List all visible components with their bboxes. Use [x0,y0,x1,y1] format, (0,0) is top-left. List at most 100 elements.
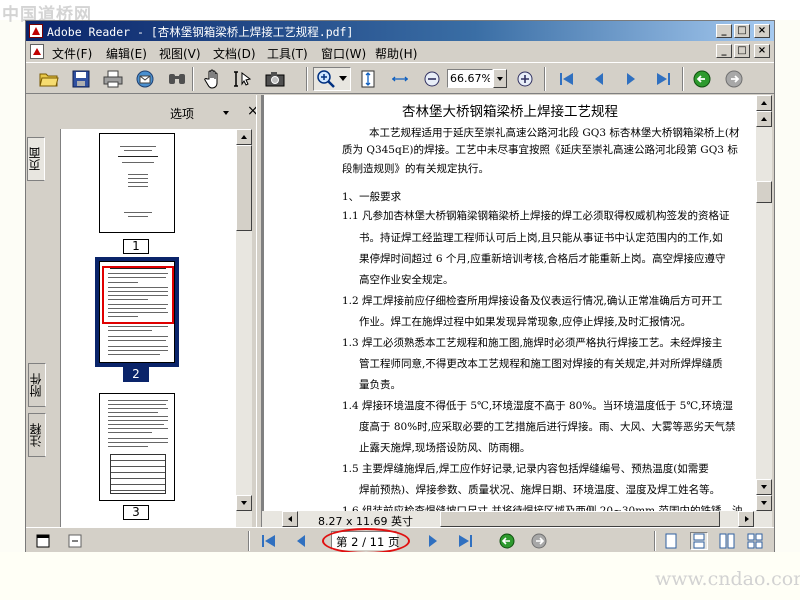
nav-scroll-down-icon[interactable] [236,495,252,511]
next-page-icon[interactable] [620,68,642,90]
tab-attachments[interactable]: 附件 [28,363,46,407]
document-line: 作业。焊工在施焊过程中如果发现异常现象,应停止焊接,及时汇报情况。 [359,316,692,328]
fit-width-icon[interactable] [389,68,411,90]
menu-view[interactable]: 视图(V) [159,45,201,62]
menu-edit[interactable]: 编辑(E) [106,45,147,62]
thumbnail-label-3[interactable]: 3 [123,505,149,520]
continuous-icon[interactable] [690,532,708,550]
status-first-page-icon[interactable] [260,532,278,550]
zoom-input[interactable] [447,69,493,88]
hide-pane-icon[interactable] [66,532,84,550]
document-line: 1.2 焊工焊接前应仔细检查所用焊接设备及仪表运行情况,确认正常准确后方可开工 [342,295,723,307]
document-line: 量负责。 [359,379,401,391]
toolbar-separator [682,67,684,91]
nav-scrollbar[interactable] [236,129,252,527]
document-scrollbar[interactable] [756,95,772,511]
thumbnail-list: 1 2 3 [60,129,236,529]
zoom-dropdown[interactable] [493,69,507,88]
status-separator [654,531,656,551]
print-icon[interactable] [102,68,124,90]
status-next-page-icon[interactable] [424,532,442,550]
menu-bar: 文件(F) 编辑(E) 视图(V) 文档(D) 工具(T) 窗口(W) 帮助(H… [26,41,774,62]
continuous-facing-icon[interactable] [746,532,764,550]
search-icon[interactable] [166,68,188,90]
zoom-tool-dropdown-icon[interactable] [337,68,349,90]
menu-file[interactable]: 文件(F) [52,45,92,62]
nav-scroll-thumb[interactable] [236,145,252,231]
visible-area-indicator[interactable] [102,266,174,324]
status-bar: 第 2 / 11 页 [26,527,774,554]
doc-scroll-down-2-icon[interactable] [756,495,772,511]
navigation-pane: 页面 附件 注释 选项 × 1 2 3 [26,95,259,529]
last-page-icon[interactable] [652,68,674,90]
zoom-in-icon[interactable] [514,68,536,90]
email-icon[interactable] [134,68,156,90]
nav-pane-header: 选项 × [48,95,259,129]
first-page-icon[interactable] [556,68,578,90]
highlight-circle [322,528,410,554]
status-prev-page-icon[interactable] [292,532,310,550]
doc-close-button[interactable]: × [754,44,770,58]
document-line: 1.4 焊接环境温度不得低于 5℃,环境湿度不高于 80%。当环境温度低于 5℃… [342,400,733,412]
toolbar [26,62,774,94]
tab-comments[interactable]: 注释 [28,413,46,457]
thumbnail-page-1[interactable] [99,133,175,233]
go-forward-icon[interactable] [723,68,745,90]
hscroll-left-icon[interactable] [282,511,298,527]
menu-help[interactable]: 帮助(H) [375,45,417,62]
prev-page-icon[interactable] [588,68,610,90]
status-separator [248,531,250,551]
save-icon[interactable] [70,68,92,90]
options-menu[interactable]: 选项 [170,105,194,122]
horizontal-scrollbar[interactable]: 8.27 x 11.69 英寸 [262,511,772,528]
doc-scroll-up-icon[interactable] [756,95,772,111]
document-line: 1.5 主要焊缝施焊后,焊工应作好记录,记录内容包括焊缝编号、预热温度(如需要 [342,463,709,475]
menu-tools[interactable]: 工具(T) [267,45,308,62]
status-last-page-icon[interactable] [456,532,474,550]
options-dropdown-icon[interactable] [223,111,229,115]
thumbnail-label-2[interactable]: 2 [123,367,149,382]
document-line: 焊前预热)、焊接参数、质量状况、施焊日期、环境温度、湿度及焊工姓名等。 [359,484,721,496]
minimize-button[interactable]: _ [716,24,732,38]
single-page-icon[interactable] [662,532,680,550]
thumbnail-page-2[interactable] [99,261,175,363]
tab-pages[interactable]: 页面 [27,137,45,181]
document-menu-icon[interactable] [30,44,44,59]
nav-scroll-up-icon[interactable] [236,129,252,145]
doc-scroll-thumb[interactable] [756,181,772,203]
thumbnail-page-3[interactable] [99,393,175,501]
zoom-in-tool-icon[interactable] [315,68,337,90]
document-line: 度高于 80%时,应采取必要的工艺措施后进行焊接。雨、大风、大雾等恶劣天气禁 [359,421,736,433]
thumbnail-label-1[interactable]: 1 [123,239,149,254]
menu-window[interactable]: 窗口(W) [321,45,366,62]
open-icon[interactable] [38,68,60,90]
document-viewer: 杏林堡大桥钢箱梁桥上焊接工艺规程 本工艺规程适用于延庆至崇礼高速公路河北段 GQ… [262,95,772,511]
status-go-back-icon[interactable] [498,532,516,550]
hscroll-right-icon[interactable] [738,511,754,527]
zoom-out-icon[interactable] [421,68,443,90]
maximize-button[interactable]: □ [734,24,750,38]
hand-icon[interactable] [202,68,224,90]
go-back-icon[interactable] [691,68,713,90]
hscroll-thumb[interactable] [440,511,720,527]
menu-document[interactable]: 文档(D) [213,45,256,62]
document-line: 止露天施焊,现场搭设防风、防雨棚。 [359,442,531,454]
select-text-icon[interactable] [232,68,254,90]
document-page[interactable]: 杏林堡大桥钢箱梁桥上焊接工艺规程 本工艺规程适用于延庆至崇礼高速公路河北段 GQ… [264,95,756,511]
doc-scroll-down-icon[interactable] [756,479,772,495]
facing-icon[interactable] [718,532,736,550]
snapshot-icon[interactable] [264,68,286,90]
show-nav-pane-icon[interactable] [34,532,52,550]
nav-tab-strip: 页面 附件 注释 [26,95,48,527]
document-line: 质为 Q345qE)的焊接。工艺中未尽事宜按照《延庆至崇礼高速公路河北段第 GQ… [342,144,738,156]
document-line: 段制造规则》的有关规定执行。 [342,163,489,175]
document-line: 1.3 焊工必须熟悉本工艺规程和施工图,施焊时必须严格执行焊接工艺。未经焊接主 [342,337,723,349]
doc-restore-button[interactable]: □ [734,44,750,58]
fit-page-icon[interactable] [357,68,379,90]
close-button[interactable]: × [754,24,770,38]
doc-minimize-button[interactable]: _ [716,44,732,58]
status-go-forward-icon[interactable] [530,532,548,550]
document-line: 管工程师同意,不得更改本工艺规程和施工图对焊接的有关规定,并对所焊焊缝质 [359,358,723,370]
thumbnail-table [110,454,166,494]
doc-scroll-up-2-icon[interactable] [756,111,772,127]
